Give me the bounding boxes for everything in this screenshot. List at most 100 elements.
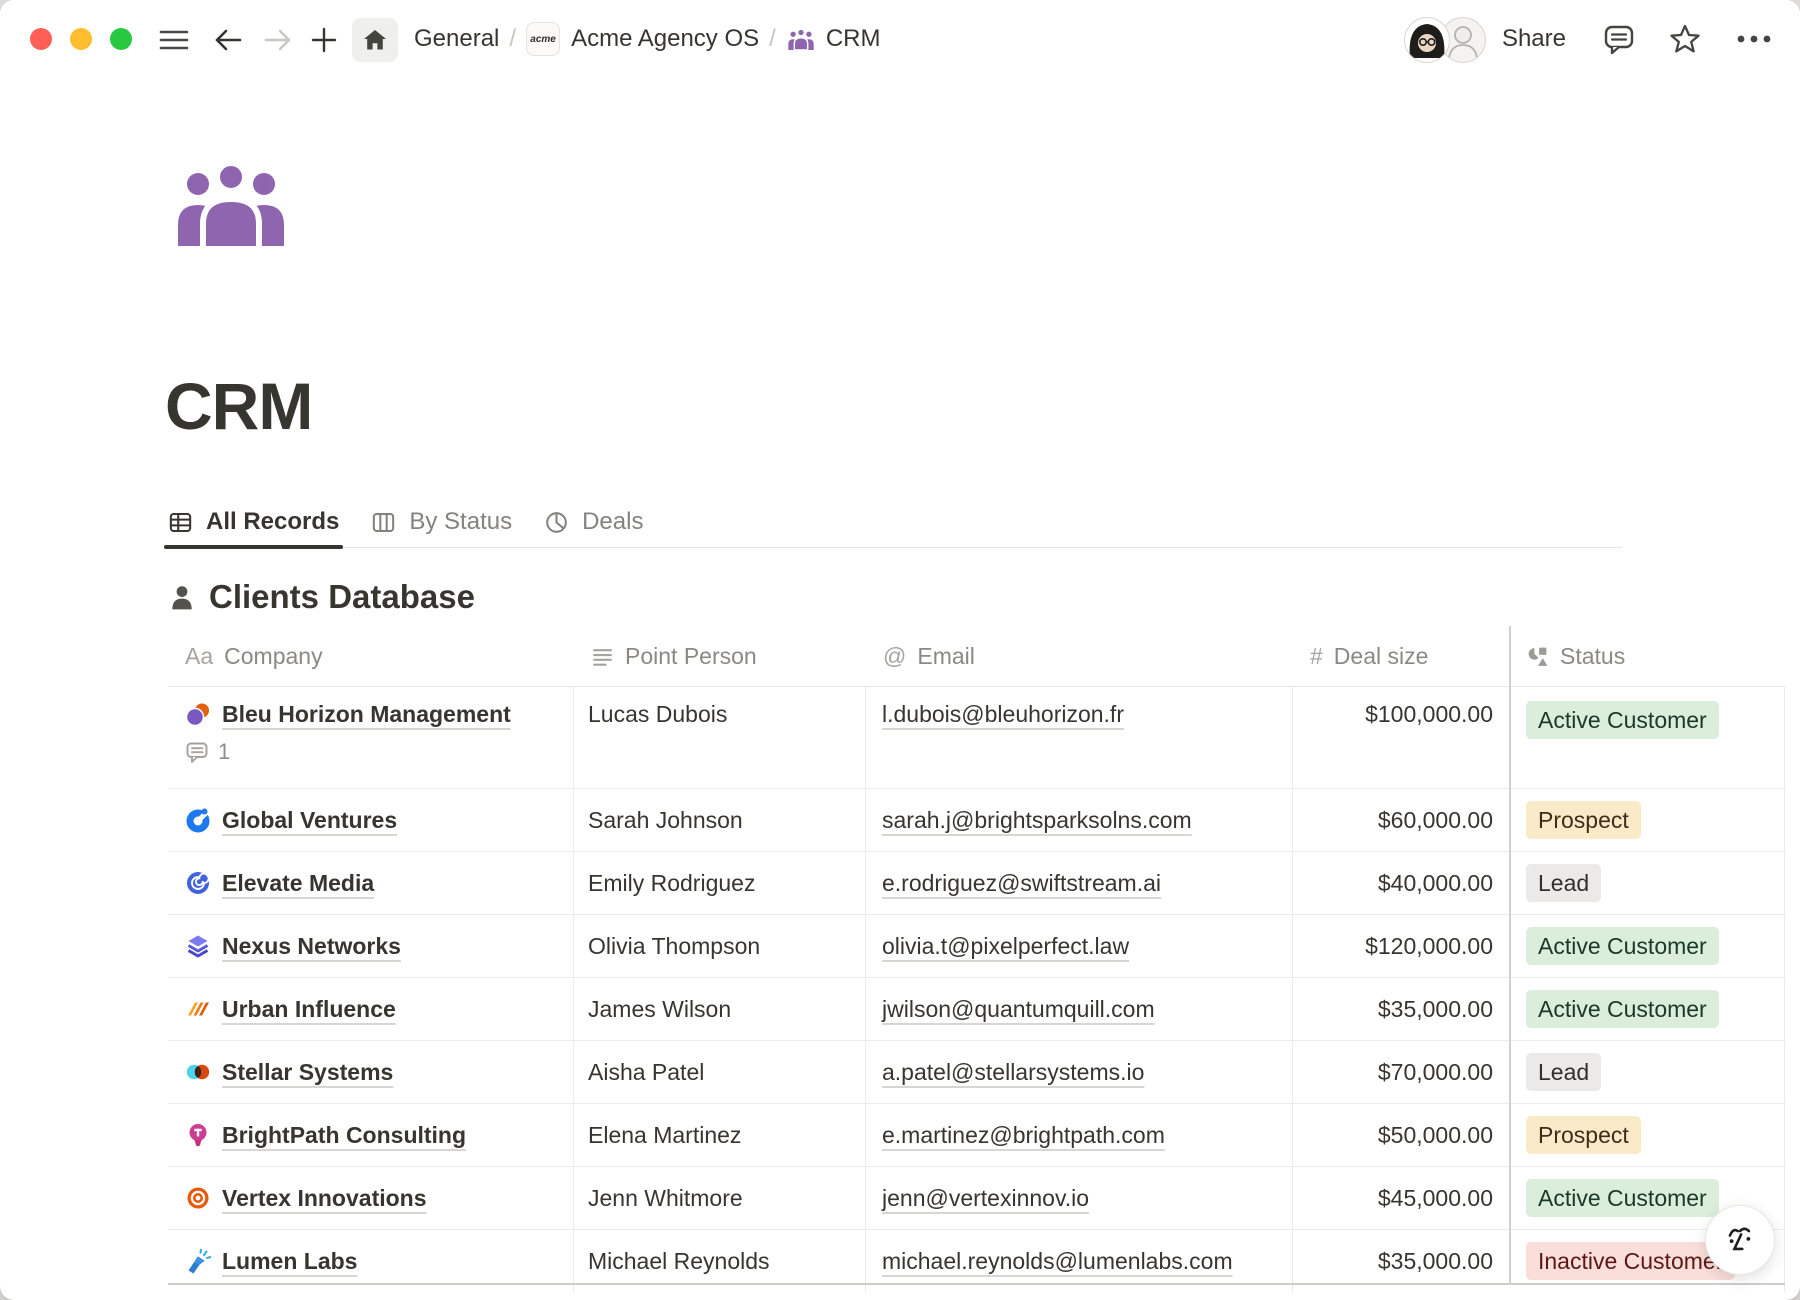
notion-ai-button[interactable] [1705, 1205, 1775, 1275]
status-cell[interactable]: Active Customer [1509, 687, 1785, 788]
table-row: BrightPath Consulting Elena Martinez e.mar… [168, 1103, 1785, 1166]
point-person-cell[interactable]: Aisha Patel [574, 1041, 866, 1103]
deal-size-cell[interactable]: $35,000.00 [1293, 978, 1509, 1040]
column-header-company[interactable]: Aa Company [168, 626, 574, 686]
company-cell[interactable]: Global Ventures [168, 789, 574, 851]
status-cell[interactable]: Lead [1509, 852, 1785, 914]
deal-size-cell[interactable]: $70,000.00 [1293, 1041, 1509, 1103]
breadcrumb: General / acme Acme Agency OS / CRM [414, 0, 880, 78]
point-person-cell[interactable]: Lucas Dubois [574, 687, 866, 788]
status-cell[interactable]: Lead [1509, 1041, 1785, 1103]
status-cell[interactable]: Active Customer [1509, 915, 1785, 977]
breadcrumb-page[interactable]: CRM [826, 25, 881, 53]
company-page-link[interactable]: Urban Influence [222, 996, 396, 1023]
pie-orange-purple-logo-icon [185, 702, 211, 728]
deal-size-cell[interactable]: $40,000.00 [1293, 852, 1509, 914]
email-link[interactable]: olivia.t@pixelperfect.law [882, 933, 1129, 960]
point-person-cell[interactable]: Olivia Thompson [574, 915, 866, 977]
point-person-cell[interactable]: James Wilson [574, 978, 866, 1040]
status-cell[interactable]: Active Customer [1509, 978, 1785, 1040]
point-person-cell[interactable]: Emily Rodriguez [574, 852, 866, 914]
back-arrow-icon[interactable] [212, 24, 244, 56]
table-body: Bleu Horizon Management 1 Lucas Dubois l.du… [168, 687, 1785, 1292]
email-cell[interactable]: sarah.j@brightsparksolns.com [866, 789, 1293, 851]
deal-size-cell[interactable]: $120,000.00 [1293, 915, 1509, 977]
point-person-cell[interactable]: Sarah Johnson [574, 789, 866, 851]
column-label: Point Person [625, 643, 757, 670]
company-cell[interactable]: Urban Influence [168, 978, 574, 1040]
email-link[interactable]: a.patel@stellarsystems.io [882, 1059, 1144, 1086]
company-page-link[interactable]: BrightPath Consulting [222, 1122, 466, 1149]
status-icon [1526, 645, 1549, 668]
close-window-button[interactable] [30, 28, 52, 50]
tab-by-status[interactable]: By Status [371, 497, 512, 547]
status-cell[interactable]: Prospect [1509, 789, 1785, 851]
column-header-point-person[interactable]: Point Person [574, 626, 866, 686]
pie-chart-icon [544, 510, 569, 535]
deal-size-cell[interactable]: $45,000.00 [1293, 1167, 1509, 1229]
company-page-link[interactable]: Global Ventures [222, 807, 397, 834]
email-link[interactable]: jenn@vertexinnov.io [882, 1185, 1089, 1212]
email-link[interactable]: michael.reynolds@lumenlabs.com [882, 1248, 1233, 1275]
breadcrumb-workspace[interactable]: Acme Agency OS [571, 25, 759, 53]
company-cell[interactable]: Elevate Media [168, 852, 574, 914]
status-badge: Active Customer [1526, 990, 1719, 1028]
column-header-status[interactable]: Status [1509, 626, 1785, 686]
minimize-window-button[interactable] [70, 28, 92, 50]
email-cell[interactable]: jwilson@quantumquill.com [866, 978, 1293, 1040]
point-person-cell[interactable]: Jenn Whitmore [574, 1167, 866, 1229]
home-button[interactable] [352, 18, 398, 62]
favorite-button[interactable] [1668, 22, 1702, 56]
breadcrumb-root[interactable]: General [414, 25, 499, 53]
deal-size-cell[interactable]: $60,000.00 [1293, 789, 1509, 851]
email-cell[interactable]: olivia.t@pixelperfect.law [866, 915, 1293, 977]
company-cell[interactable]: Vertex Innovations [168, 1167, 574, 1229]
email-link[interactable]: jwilson@quantumquill.com [882, 996, 1155, 1023]
viewer-avatars[interactable] [1404, 15, 1488, 63]
comment-count[interactable]: 1 [185, 739, 230, 765]
hamburger-menu-icon[interactable] [158, 24, 190, 56]
share-button[interactable]: Share [1502, 25, 1566, 53]
tab-label: Deals [582, 508, 643, 536]
company-cell[interactable]: Stellar Systems [168, 1041, 574, 1103]
breadcrumb-separator: / [499, 25, 526, 53]
status-cell[interactable]: Prospect [1509, 1104, 1785, 1166]
email-link[interactable]: l.dubois@bleuhorizon.fr [882, 701, 1124, 728]
more-options-button[interactable] [1734, 33, 1774, 45]
company-page-link[interactable]: Bleu Horizon Management [222, 701, 511, 728]
frozen-column-divider[interactable] [1509, 626, 1511, 1283]
deal-size-cell[interactable]: $100,000.00 [1293, 687, 1509, 788]
company-page-link[interactable]: Elevate Media [222, 870, 374, 897]
deal-size-cell[interactable]: $50,000.00 [1293, 1104, 1509, 1166]
email-link[interactable]: e.rodriguez@swiftstream.ai [882, 870, 1161, 897]
new-tab-plus-icon[interactable] [308, 24, 340, 56]
email-link[interactable]: e.martinez@brightpath.com [882, 1122, 1165, 1149]
company-page-link[interactable]: Vertex Innovations [222, 1185, 427, 1212]
company-page-link[interactable]: Lumen Labs [222, 1248, 357, 1275]
company-cell[interactable]: BrightPath Consulting [168, 1104, 574, 1166]
column-header-deal-size[interactable]: # Deal size [1293, 626, 1509, 686]
point-person-cell[interactable]: Elena Martinez [574, 1104, 866, 1166]
company-page-link[interactable]: Nexus Networks [222, 933, 401, 960]
orange-target-logo-icon [185, 1185, 211, 1211]
email-cell[interactable]: e.rodriguez@swiftstream.ai [866, 852, 1293, 914]
email-cell[interactable]: l.dubois@bleuhorizon.fr [866, 687, 1293, 788]
tab-deals[interactable]: Deals [544, 497, 643, 547]
comments-button[interactable] [1602, 22, 1636, 56]
zoom-window-button[interactable] [110, 28, 132, 50]
tab-all-records[interactable]: All Records [168, 497, 339, 547]
page-title[interactable]: CRM [165, 368, 312, 444]
crm-page-people-icon [786, 28, 816, 50]
email-link[interactable]: sarah.j@brightsparksolns.com [882, 807, 1192, 834]
forward-arrow-icon[interactable] [262, 24, 294, 56]
table-row: Elevate Media Emily Rodriguez e.rodriguez@… [168, 851, 1785, 914]
company-cell[interactable]: Nexus Networks [168, 915, 574, 977]
column-header-email[interactable]: @ Email [866, 626, 1293, 686]
database-title[interactable]: Clients Database [209, 578, 475, 616]
email-cell[interactable]: e.martinez@brightpath.com [866, 1104, 1293, 1166]
company-page-link[interactable]: Stellar Systems [222, 1059, 393, 1086]
company-cell[interactable]: Bleu Horizon Management 1 [168, 687, 574, 788]
page-icon-people-group[interactable] [170, 158, 292, 251]
email-cell[interactable]: jenn@vertexinnov.io [866, 1167, 1293, 1229]
email-cell[interactable]: a.patel@stellarsystems.io [866, 1041, 1293, 1103]
